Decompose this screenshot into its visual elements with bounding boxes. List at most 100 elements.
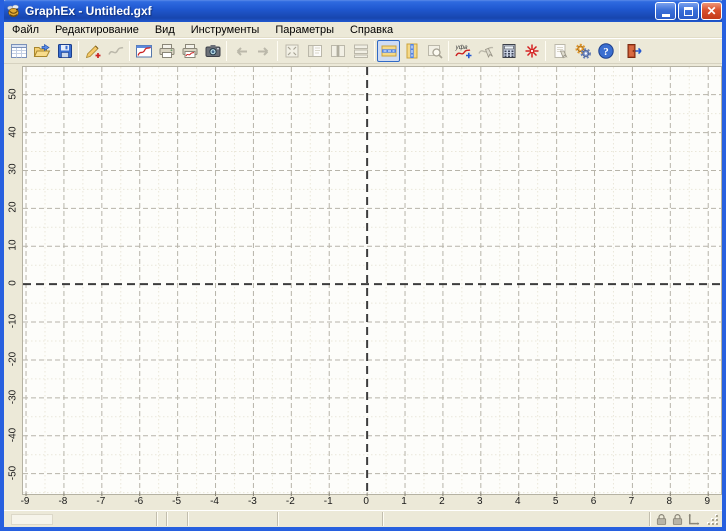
toolbar-button-redo[interactable] bbox=[252, 40, 275, 62]
titlebar[interactable]: GraphEx - Untitled.gxf ✕ bbox=[0, 0, 726, 22]
report-icon bbox=[551, 42, 569, 60]
toolbar-button-x-axis-grid[interactable] bbox=[377, 40, 400, 62]
toolbar-separator bbox=[448, 41, 449, 61]
y-tick-label: -10 bbox=[8, 314, 19, 328]
y-lock-icon[interactable] bbox=[670, 512, 685, 527]
toolbar-button-add-curve[interactable] bbox=[81, 40, 104, 62]
toolbar-separator bbox=[374, 41, 375, 61]
maximize-icon bbox=[684, 7, 693, 16]
fit-view-icon bbox=[283, 42, 301, 60]
y-tick-label: -50 bbox=[8, 465, 19, 479]
toolbar-button-layout-panel[interactable] bbox=[303, 40, 326, 62]
x-tick-label: 4 bbox=[515, 496, 521, 507]
y-tick-label: 50 bbox=[8, 88, 19, 99]
statusbar-cell bbox=[11, 514, 53, 525]
toolbar-separator bbox=[619, 41, 620, 61]
add-curve-icon bbox=[84, 42, 102, 60]
toolbar-button-fit-view[interactable] bbox=[280, 40, 303, 62]
toolbar-button-calculator[interactable] bbox=[497, 40, 520, 62]
highlight-point-icon bbox=[523, 42, 541, 60]
statusbar-panel bbox=[8, 512, 156, 526]
toolbar-button-add-function[interactable]: уфв bbox=[451, 40, 474, 62]
statusbar-panel bbox=[382, 512, 649, 526]
x-tick-label: 6 bbox=[591, 496, 597, 507]
x-tick-label: 0 bbox=[363, 496, 369, 507]
toolbar-button-split-horizontal[interactable] bbox=[349, 40, 372, 62]
svg-text:?: ? bbox=[603, 46, 609, 58]
y-tick-label: 40 bbox=[8, 126, 19, 137]
y-tick-label: 30 bbox=[8, 164, 19, 175]
toolbar-separator bbox=[78, 41, 79, 61]
axes-icon[interactable] bbox=[686, 512, 701, 527]
toolbar-button-open-file[interactable] bbox=[30, 40, 53, 62]
resize-grip[interactable] bbox=[705, 512, 720, 526]
toolbar-button-copy-image[interactable] bbox=[201, 40, 224, 62]
toolbar-button-edit-curve[interactable] bbox=[104, 40, 127, 62]
menu-item-3[interactable]: Вид bbox=[147, 22, 183, 38]
add-function-icon: уфв bbox=[454, 42, 472, 60]
plot-grid bbox=[23, 67, 723, 496]
toolbar-button-zoom-region[interactable] bbox=[423, 40, 446, 62]
x-axis-grid-icon bbox=[380, 42, 398, 60]
zoom-region-icon bbox=[426, 42, 444, 60]
y-axis-labels: 50403020100-10-20-30-40-50 bbox=[4, 66, 22, 495]
toolbar-button-settings[interactable] bbox=[571, 40, 594, 62]
x-lock-icon[interactable] bbox=[654, 512, 669, 527]
split-horizontal-icon bbox=[352, 42, 370, 60]
minimize-button[interactable] bbox=[655, 2, 676, 20]
close-button[interactable]: ✕ bbox=[701, 2, 722, 20]
toolbar-button-highlight-point[interactable] bbox=[520, 40, 543, 62]
x-tick-label: 2 bbox=[439, 496, 445, 507]
y-tick-label: -30 bbox=[8, 390, 19, 404]
x-tick-label: -1 bbox=[324, 496, 333, 507]
print-chart-icon bbox=[181, 42, 199, 60]
copy-image-icon bbox=[204, 42, 222, 60]
redo-icon bbox=[255, 42, 273, 60]
undo-icon bbox=[232, 42, 250, 60]
close-icon: ✕ bbox=[706, 4, 716, 18]
window-title: GraphEx - Untitled.gxf bbox=[25, 4, 655, 18]
print-icon bbox=[158, 42, 176, 60]
toolbar-button-exit[interactable] bbox=[622, 40, 645, 62]
menu-item-1[interactable]: Файл bbox=[4, 22, 47, 38]
x-tick-label: -2 bbox=[286, 496, 295, 507]
split-vertical-icon bbox=[329, 42, 347, 60]
trace-curve-icon bbox=[477, 42, 495, 60]
plot-area[interactable] bbox=[22, 66, 722, 495]
toolbar: уфв? bbox=[4, 38, 722, 64]
y-tick-label: -40 bbox=[8, 428, 19, 442]
x-tick-label: 8 bbox=[667, 496, 673, 507]
toolbar-button-new-file[interactable] bbox=[7, 40, 30, 62]
toolbar-button-report[interactable] bbox=[548, 40, 571, 62]
toolbar-button-chart-window[interactable] bbox=[132, 40, 155, 62]
toolbar-separator bbox=[277, 41, 278, 61]
toolbar-button-help[interactable]: ? bbox=[594, 40, 617, 62]
edit-curve-icon bbox=[107, 42, 125, 60]
plot-region: 50403020100-10-20-30-40-50 -9-8-7-6-5-4-… bbox=[4, 64, 722, 510]
toolbar-button-y-axis-grid[interactable] bbox=[400, 40, 423, 62]
toolbar-separator bbox=[129, 41, 130, 61]
layout-panel-icon bbox=[306, 42, 324, 60]
help-icon: ? bbox=[597, 42, 615, 60]
x-tick-label: 7 bbox=[629, 496, 635, 507]
maximize-button[interactable] bbox=[678, 2, 699, 20]
toolbar-button-trace-curve[interactable] bbox=[474, 40, 497, 62]
toolbar-button-split-vertical[interactable] bbox=[326, 40, 349, 62]
x-tick-label: -7 bbox=[96, 496, 105, 507]
toolbar-button-save-file[interactable] bbox=[53, 40, 76, 62]
menu-item-4[interactable]: Инструменты bbox=[183, 22, 268, 38]
menu-item-5[interactable]: Параметры bbox=[267, 22, 342, 38]
statusbar-panel bbox=[166, 512, 187, 526]
toolbar-button-undo[interactable] bbox=[229, 40, 252, 62]
new-file-icon bbox=[10, 42, 28, 60]
graphex-bee-icon bbox=[5, 3, 21, 19]
y-axis-grid-icon bbox=[403, 42, 421, 60]
statusbar-panel bbox=[187, 512, 277, 526]
app-window: GraphEx - Untitled.gxf ✕ ФайлРедактирова… bbox=[0, 0, 726, 531]
x-tick-label: 5 bbox=[553, 496, 559, 507]
toolbar-button-print[interactable] bbox=[155, 40, 178, 62]
toolbar-button-print-chart[interactable] bbox=[178, 40, 201, 62]
menu-item-6[interactable]: Справка bbox=[342, 22, 401, 38]
settings-icon bbox=[574, 42, 592, 60]
menu-item-2[interactable]: Редактирование bbox=[47, 22, 147, 38]
